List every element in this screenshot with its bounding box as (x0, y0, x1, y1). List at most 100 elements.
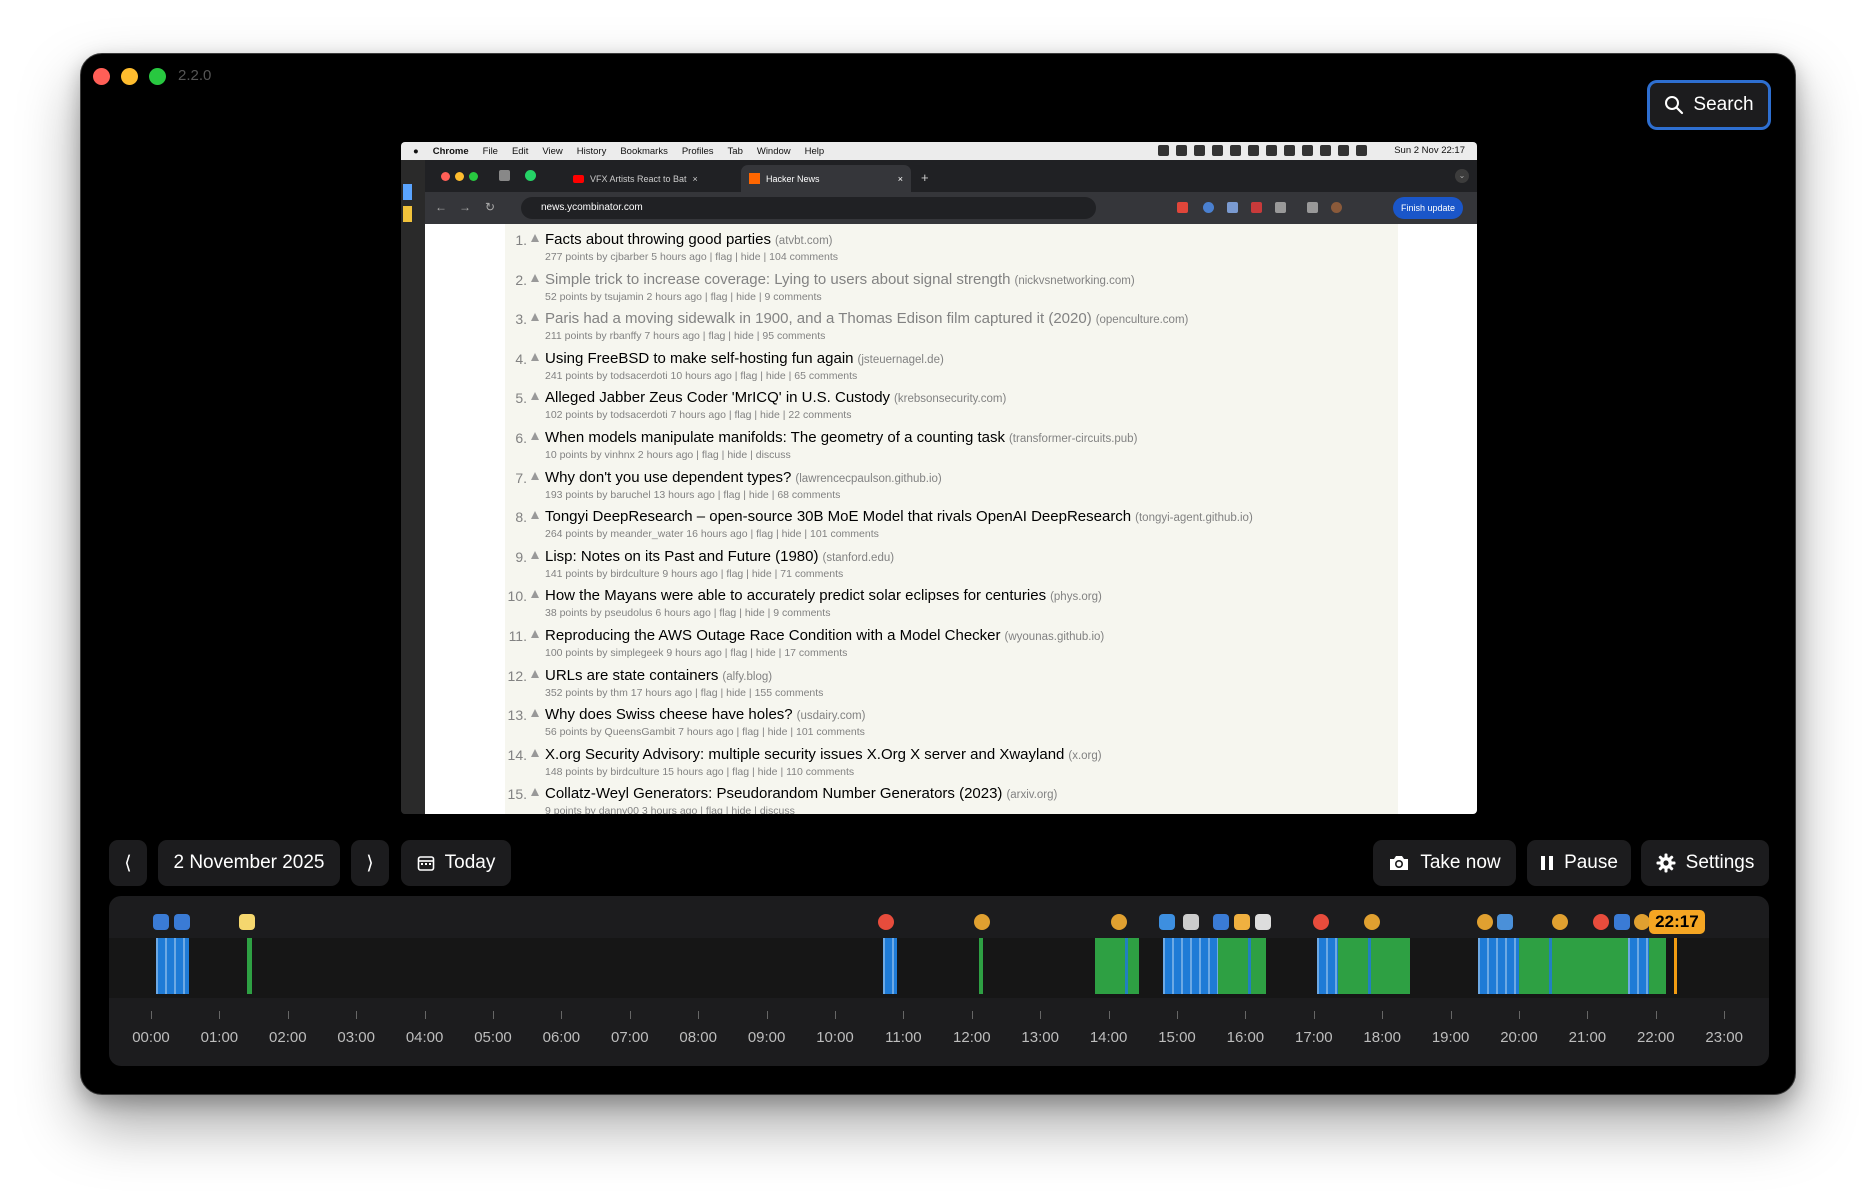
hn-subtext: 148 points by birdculture 15 hours ago |… (545, 765, 855, 778)
tab-groups-icon (499, 170, 510, 181)
hn-story-title: Using FreeBSD to make self-hosting fun a… (545, 350, 944, 367)
hn-site: (tongyi-agent.github.io) (1135, 512, 1253, 525)
today-label: Today (444, 852, 496, 873)
dropbox-icon[interactable] (1497, 914, 1514, 930)
status-icon (1248, 145, 1259, 156)
activity-segment[interactable] (1519, 938, 1629, 994)
current-time-marker[interactable] (1674, 938, 1678, 994)
activity-segment[interactable] (1648, 938, 1667, 994)
hour-tick (219, 1011, 221, 1019)
hn-rank: 9. (515, 548, 527, 565)
take-now-button[interactable]: Take now (1373, 840, 1516, 886)
hn-rank: 1. (515, 232, 527, 248)
status-icon (1158, 145, 1169, 156)
whatsapp-tab-icon (525, 170, 536, 181)
youtube-icon (573, 174, 584, 183)
hour-tick (1313, 1011, 1315, 1019)
hour-label: 08:00 (679, 1029, 717, 1046)
xcode-icon[interactable] (1613, 914, 1630, 930)
date-picker-button[interactable]: 2 November 2025 (158, 840, 340, 886)
record-icon[interactable] (878, 914, 895, 930)
chrome-toolbar: ← → ↻ news.ycombinator.com Finish update (425, 192, 1477, 224)
record-icon[interactable] (1593, 914, 1610, 930)
hn-site: (transformer-circuits.pub) (1008, 432, 1138, 445)
previous-day-button[interactable]: ⟨ (109, 840, 147, 886)
menubar-item: View (542, 145, 563, 157)
hour-label: 11:00 (885, 1029, 922, 1046)
search-button[interactable]: Search (1647, 80, 1771, 130)
chrome-icon[interactable] (1363, 914, 1380, 930)
activity-segment[interactable] (882, 938, 897, 994)
hn-story-row: 9. Lisp: Notes on its Past and Future (19… (505, 547, 1398, 587)
hn-subtext: 141 points by birdculture 9 hours ago | … (545, 567, 844, 580)
window-zoom-button[interactable] (149, 68, 166, 85)
notes-icon[interactable] (238, 914, 255, 930)
chrome-icon[interactable] (1476, 914, 1493, 930)
hour-tick (151, 1011, 152, 1019)
window-close-button[interactable] (93, 68, 110, 85)
hour-tick (1040, 1011, 1042, 1019)
activity-segment[interactable] (1628, 938, 1649, 994)
hour-label: 20:00 (1500, 1029, 1538, 1046)
pause-icon (1541, 856, 1554, 870)
hn-story-title: Alleged Jabber Zeus Coder 'MrICQ' in U.S… (545, 389, 1006, 406)
hn-rank: 4. (515, 350, 527, 367)
chrome-icon[interactable] (1634, 914, 1651, 930)
settings-button[interactable]: Settings (1641, 840, 1769, 886)
hn-site: (alfy.blog) (722, 670, 773, 683)
hn-title-text: Tongyi DeepResearch – open-source 30B Mo… (545, 508, 1132, 526)
upvote-icon (531, 748, 539, 757)
activity-segment[interactable] (1094, 938, 1140, 994)
timeline-activity-track[interactable] (109, 938, 1769, 998)
activity-segment[interactable] (978, 938, 984, 994)
hn-rank: 11. (508, 627, 527, 644)
hn-title-text: How the Mayans were able to accurately p… (545, 587, 1047, 605)
xcode-icon[interactable] (153, 914, 170, 930)
hn-story-list: 1. Facts about throwing good parties (atvb… (505, 224, 1398, 814)
xcode-icon[interactable] (1213, 914, 1230, 930)
hn-site: (jsteuernagel.de) (857, 353, 944, 366)
chrome-icon[interactable] (1552, 914, 1569, 930)
activity-segment[interactable] (1163, 938, 1219, 994)
activity-segment[interactable] (1337, 938, 1410, 994)
hour-tick (629, 1011, 631, 1019)
hn-rank: 8. (515, 509, 527, 526)
timeline[interactable]: 22:17 00:00 01:00 02:00 03:00 04:00 05:00 06:0… (109, 896, 1769, 1066)
hn-title-text: When models manipulate manifolds: The ge… (545, 428, 1005, 446)
hn-story-title: URLs are state containers (alfy.blog) (545, 667, 772, 684)
record-icon[interactable] (1312, 914, 1329, 930)
chrome-icon[interactable] (1110, 914, 1127, 930)
textedit-icon[interactable] (1254, 914, 1271, 930)
extensions-puzzle-icon (1275, 202, 1286, 213)
activity-segment[interactable] (246, 938, 253, 994)
activity-segment[interactable] (1317, 938, 1338, 994)
activity-segment[interactable] (1218, 938, 1266, 994)
extension-icon (1203, 202, 1214, 213)
wifi-icon (1302, 145, 1313, 156)
hour-tick (1655, 1011, 1657, 1019)
hour-tick (903, 1011, 905, 1019)
activity-segment[interactable] (1477, 938, 1519, 994)
hn-story-title: Simple trick to increase coverage: Lying… (545, 271, 1135, 288)
search-button-label: Search (1693, 94, 1754, 115)
hn-subtext: 38 points by pseudolus 6 hours ago | fla… (545, 607, 831, 620)
chrome-icon[interactable] (974, 914, 991, 930)
tab-title: Hacker News (766, 173, 820, 184)
window-minimize-button[interactable] (121, 68, 138, 85)
apple-icon: ● (413, 145, 419, 157)
hn-story-row: 12. URLs are state containers (alfy.blog) 3… (505, 666, 1398, 706)
activity-segment[interactable] (156, 938, 189, 994)
upvote-icon (531, 431, 539, 440)
terminal-icon[interactable] (1233, 914, 1250, 930)
chrome-tabbar: VFX Artists React to Bat × Hacker News ×… (425, 160, 1477, 192)
pause-button[interactable]: Pause (1527, 840, 1631, 886)
hn-site: (nickvsnetworking.com) (1014, 274, 1135, 287)
next-day-button[interactable]: ⟩ (351, 840, 389, 886)
preview-icon[interactable] (1182, 914, 1199, 930)
hour-label: 19:00 (1431, 1029, 1470, 1046)
hour-tick (835, 1011, 836, 1019)
finder-icon[interactable] (1158, 914, 1175, 930)
hn-subtext: 352 points by thm 17 hours ago | flag | … (545, 686, 824, 699)
today-button[interactable]: Today (401, 840, 511, 886)
xcode-icon[interactable] (173, 914, 190, 930)
